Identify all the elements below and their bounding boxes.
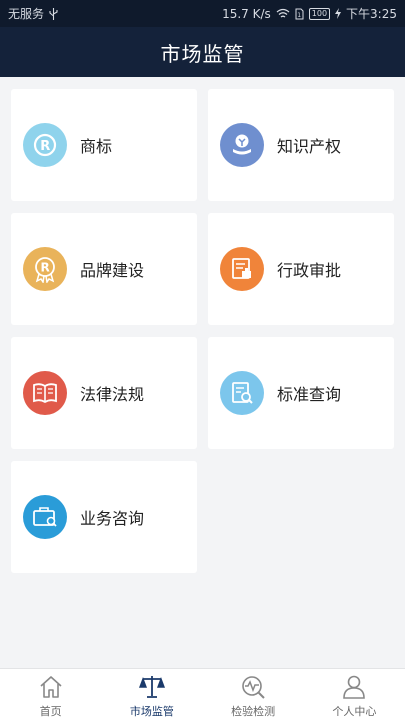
svg-text:R: R [40,139,50,154]
home-icon [38,673,64,701]
card-label: 标准查询 [277,385,342,404]
card-standard-query[interactable]: 标准查询 [208,337,394,449]
tab-label: 个人中心 [332,705,377,718]
svg-text:R: R [41,261,50,275]
card-administrative-approval[interactable]: 行政审批 [208,213,394,325]
card-trademark[interactable]: R 商标 [11,89,197,201]
law-book-icon [23,371,67,415]
tab-label: 首页 [39,705,62,718]
clock: 下午3:25 [346,7,397,21]
card-brand-building[interactable]: R 品牌建设 [11,213,197,325]
tab-label: 市场监管 [129,705,174,718]
card-label: 知识产权 [277,137,342,156]
tab-home[interactable]: 首页 [0,669,101,720]
charging-icon [335,8,342,19]
card-business-consultation[interactable]: 业务咨询 [11,461,197,573]
app-header: 市场监管 [0,27,405,77]
sim-icon: 1 [295,8,304,20]
tab-market-supervision[interactable]: 市场监管 [101,669,202,720]
standard-search-icon [220,371,264,415]
trademark-icon: R [23,123,67,167]
card-laws-regulations[interactable]: 法律法规 [11,337,197,449]
ip-bulb-icon [220,123,264,167]
usb-icon [49,7,58,20]
card-label: 商标 [80,137,113,156]
scales-icon [138,673,166,701]
person-icon [341,673,367,701]
tab-inspection-testing[interactable]: 检验检测 [203,669,304,720]
card-label: 业务咨询 [80,509,145,528]
approval-document-icon [220,247,264,291]
tab-label: 检验检测 [231,705,276,718]
tab-personal-center[interactable]: 个人中心 [304,669,405,720]
card-label: 行政审批 [277,261,342,280]
status-bar: 无服务 15.7 K/s 1 100 下午3:25 [0,0,405,27]
inspection-icon [240,673,266,701]
brand-badge-icon: R [23,247,67,291]
consult-briefcase-icon [23,495,67,539]
network-speed: 15.7 K/s [222,6,271,21]
battery-icon: 100 [308,7,331,20]
wifi-icon [276,8,290,19]
svg-text:1: 1 [297,12,301,19]
card-label: 法律法规 [80,385,145,404]
card-intellectual-property[interactable]: 知识产权 [208,89,394,201]
carrier-text: 无服务 [8,7,45,21]
page-title: 市场监管 [160,41,245,66]
card-label: 品牌建设 [80,261,145,280]
bottom-tab-bar: 首页 市场监管 检验检测 个人中心 [0,668,405,720]
